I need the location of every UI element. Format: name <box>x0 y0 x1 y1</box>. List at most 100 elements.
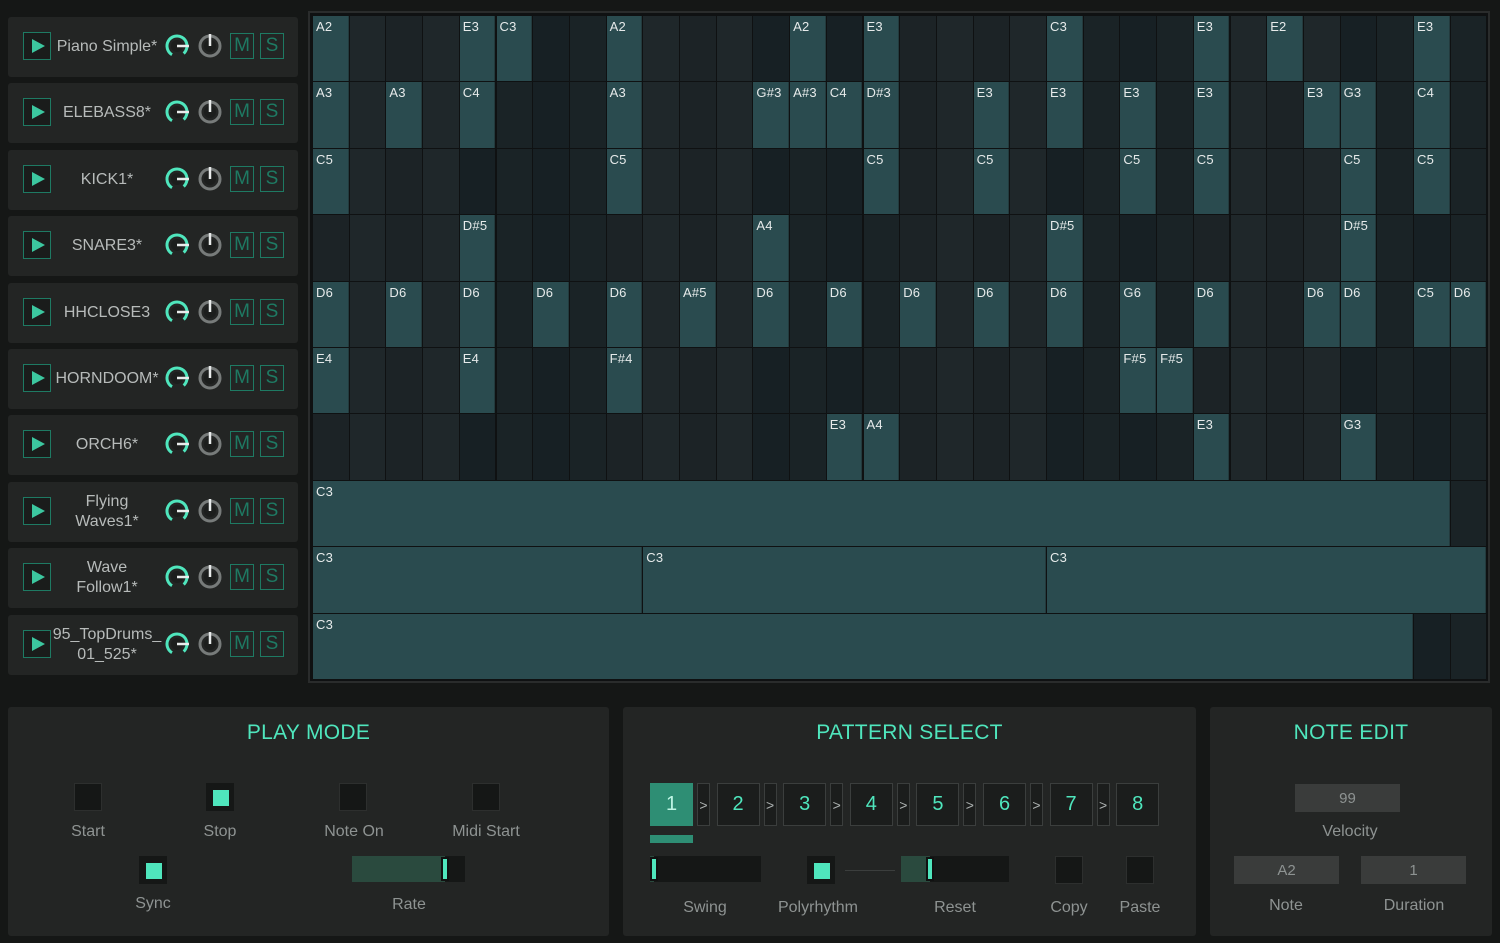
grid-step-cell[interactable] <box>1230 414 1267 480</box>
grid-step-cell[interactable] <box>973 215 1010 281</box>
grid-step-cell[interactable] <box>1450 414 1487 480</box>
solo-button[interactable]: S <box>260 564 284 591</box>
grid-step-cell[interactable] <box>753 348 790 414</box>
grid-step-cell[interactable] <box>826 215 863 281</box>
grid-step-cell[interactable] <box>1010 215 1046 281</box>
pattern-button[interactable]: 2 <box>716 783 760 826</box>
note-block[interactable]: E3 <box>1303 82 1340 148</box>
grid-step-cell[interactable] <box>826 16 863 82</box>
grid-step-cell[interactable] <box>349 148 386 215</box>
mute-button[interactable]: M <box>230 365 254 391</box>
grid-step-cell[interactable] <box>1010 16 1046 82</box>
note-block[interactable]: E4 <box>459 348 496 414</box>
stop-checkbox[interactable] <box>206 783 234 811</box>
grid-step-cell[interactable] <box>533 16 569 82</box>
note-block[interactable]: F#5 <box>1157 348 1193 414</box>
grid-step-cell[interactable] <box>936 148 973 215</box>
grid-step-cell[interactable] <box>1047 414 1083 480</box>
grid-step-cell[interactable] <box>790 414 826 480</box>
grid-step-cell[interactable] <box>936 281 973 347</box>
note-block[interactable]: C5 <box>313 148 349 215</box>
pattern-chain-arrow[interactable]: > <box>1030 783 1043 826</box>
grid-step-cell[interactable] <box>1267 82 1303 148</box>
grid-step-cell[interactable] <box>716 281 753 347</box>
grid-step-cell[interactable] <box>496 281 533 347</box>
grid-step-cell[interactable] <box>1083 215 1120 281</box>
solo-button[interactable]: S <box>260 497 284 524</box>
grid-step-cell[interactable] <box>386 148 423 215</box>
note-block[interactable]: C5 <box>1193 148 1230 215</box>
grid-step-cell[interactable] <box>1303 148 1340 215</box>
note-block[interactable]: C4 <box>459 82 496 148</box>
grid-step-cell[interactable] <box>973 414 1010 480</box>
note-block[interactable]: C3 <box>313 480 1450 547</box>
note-block[interactable]: A4 <box>753 215 790 281</box>
note-block[interactable]: C3 <box>313 613 1413 679</box>
grid-step-cell[interactable] <box>1377 281 1413 347</box>
pan-knob-icon[interactable] <box>197 431 223 457</box>
grid-step-cell[interactable] <box>569 414 606 480</box>
track-play-button[interactable] <box>23 297 51 326</box>
note-block[interactable]: C5 <box>606 148 643 215</box>
grid-step-cell[interactable] <box>680 82 716 148</box>
swing-slider[interactable] <box>650 856 761 882</box>
grid-step-cell[interactable] <box>1047 148 1083 215</box>
grid-step-cell[interactable] <box>1157 82 1193 148</box>
note-block[interactable]: D#3 <box>863 82 900 148</box>
volume-knob-icon[interactable] <box>164 365 190 391</box>
grid-step-cell[interactable] <box>496 414 533 480</box>
note-block[interactable]: D6 <box>826 281 863 347</box>
pattern-button[interactable]: 8 <box>1116 783 1160 826</box>
note-block[interactable]: G3 <box>1340 82 1377 148</box>
note-block[interactable]: D#5 <box>1340 215 1377 281</box>
grid-step-cell[interactable] <box>423 82 459 148</box>
note-block[interactable]: C5 <box>973 148 1010 215</box>
grid-step-cell[interactable] <box>680 16 716 82</box>
grid-step-cell[interactable] <box>1450 82 1487 148</box>
grid-step-cell[interactable] <box>313 215 349 281</box>
note-block[interactable]: C5 <box>1120 148 1157 215</box>
grid-step-cell[interactable] <box>606 414 643 480</box>
grid-step-cell[interactable] <box>1083 281 1120 347</box>
grid-step-cell[interactable] <box>1377 148 1413 215</box>
grid-step-cell[interactable] <box>1450 613 1487 679</box>
grid-step-cell[interactable] <box>936 82 973 148</box>
grid-step-cell[interactable] <box>643 148 679 215</box>
pattern-button[interactable]: 4 <box>849 783 893 826</box>
swing-slider-handle[interactable] <box>650 857 658 881</box>
track-play-button[interactable] <box>23 231 51 260</box>
volume-knob-icon[interactable] <box>164 99 190 125</box>
grid-step-cell[interactable] <box>1450 348 1487 414</box>
volume-knob-icon[interactable] <box>164 166 190 192</box>
grid-step-cell[interactable] <box>1083 148 1120 215</box>
pattern-button[interactable]: 3 <box>783 783 827 826</box>
grid-step-cell[interactable] <box>1157 215 1193 281</box>
grid-step-cell[interactable] <box>753 148 790 215</box>
track-play-button[interactable] <box>23 98 51 127</box>
grid-step-cell[interactable] <box>1267 215 1303 281</box>
reset-slider[interactable] <box>901 856 1009 882</box>
pattern-chain-arrow[interactable]: > <box>1096 783 1110 826</box>
note-block[interactable]: C5 <box>1340 148 1377 215</box>
grid-step-cell[interactable] <box>973 348 1010 414</box>
grid-step-cell[interactable] <box>1414 613 1450 679</box>
note-block[interactable]: D6 <box>313 281 349 347</box>
note-block[interactable]: D#5 <box>459 215 496 281</box>
grid-step-cell[interactable] <box>569 16 606 82</box>
solo-button[interactable]: S <box>260 99 284 126</box>
grid-step-cell[interactable] <box>1010 148 1046 215</box>
grid-step-cell[interactable] <box>1414 215 1450 281</box>
track-play-button[interactable] <box>23 496 51 525</box>
note-block[interactable]: A#3 <box>790 82 826 148</box>
grid-step-cell[interactable] <box>863 281 900 347</box>
polyrhythm-checkbox[interactable] <box>807 856 835 884</box>
grid-step-cell[interactable] <box>423 148 459 215</box>
grid-step-cell[interactable] <box>569 215 606 281</box>
grid-step-cell[interactable] <box>1267 148 1303 215</box>
grid-step-cell[interactable] <box>533 348 569 414</box>
grid-step-cell[interactable] <box>1083 16 1120 82</box>
note-block[interactable]: E3 <box>826 414 863 480</box>
grid-step-cell[interactable] <box>1010 348 1046 414</box>
note-block[interactable]: E3 <box>1414 16 1450 82</box>
note-block[interactable]: E3 <box>1047 82 1083 148</box>
